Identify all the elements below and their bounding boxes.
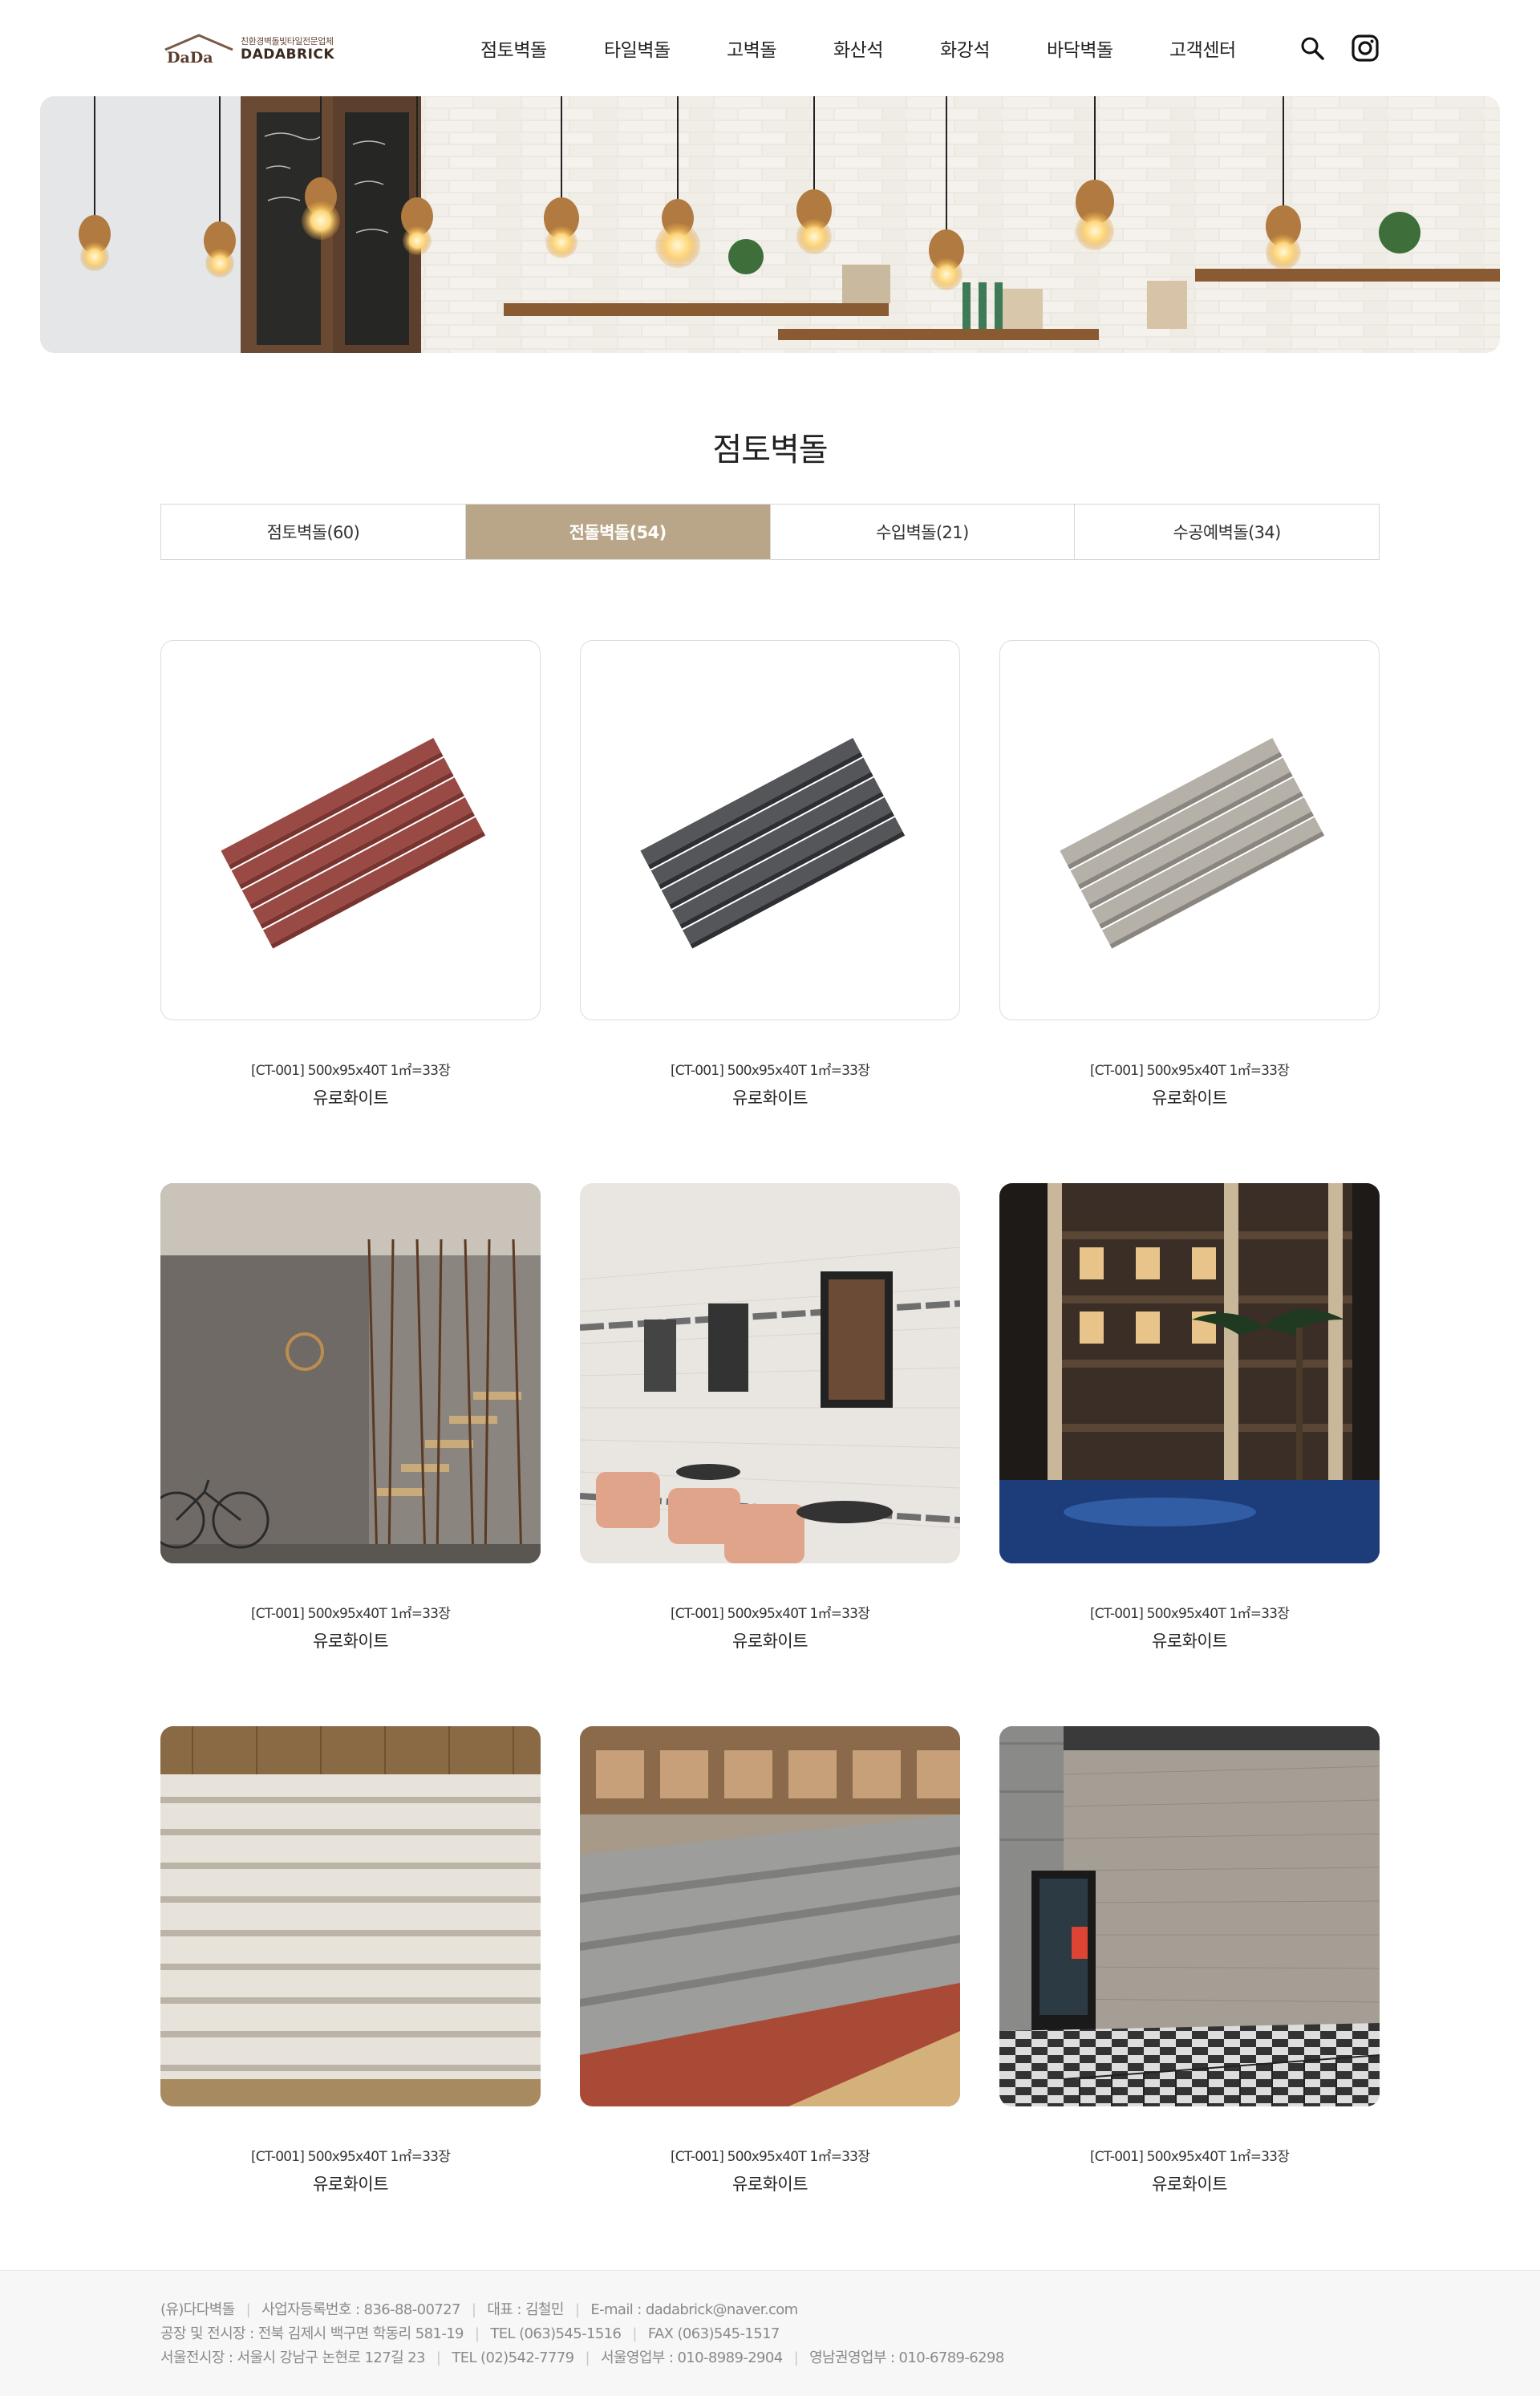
footer-yeongnam-sales: 영남권영업부 : 010-6789-6298 — [809, 2349, 1004, 2366]
product-image[interactable] — [580, 1726, 960, 2106]
logo-title: DADABRICK — [241, 46, 335, 63]
product-code: [CT-001] 500x95x40T 1㎡=33장 — [250, 2149, 451, 2165]
page: DaDa 친환경벽돌빛타일전문업체 DADABRICK 점토벽돌 타일벽돌 고벽… — [0, 0, 1540, 2396]
charcoal-brick-product — [640, 737, 906, 949]
footer-email[interactable]: E-mail : dadabrick@naver.com — [590, 2301, 798, 2318]
footer-business-number: 사업자등록번호 : 836-88-00727 — [261, 2301, 460, 2318]
footer-factory-info: 공장 및 전시장 : 전북 김제시 백구면 학동리 581-19 | TEL (06… — [160, 2325, 780, 2342]
footer-ceo: 대표 : 김철민 — [487, 2301, 564, 2318]
page-title: 점토벽돌 — [712, 432, 828, 468]
cafe-stair-photo — [160, 1183, 541, 1563]
product-code: [CT-001] 500x95x40T 1㎡=33장 — [250, 1063, 451, 1079]
product-card[interactable]: [CT-001] 500x95x40T 1㎡=33장 유로화이트 — [999, 1183, 1380, 1652]
product-name[interactable]: 유로화이트 — [580, 1085, 960, 1109]
tab-traditional-brick[interactable]: 전돌벽돌(54) — [465, 505, 771, 559]
tab-handcrafted-brick[interactable]: 수공예벽돌(34) — [1075, 505, 1379, 559]
product-card[interactable]: [CT-001] 500x95x40T 1㎡=33장 유로화이트 — [999, 1726, 1380, 2195]
product-code: [CT-001] 500x95x40T 1㎡=33장 — [1089, 1063, 1290, 1079]
product-code: [CT-001] 500x95x40T 1㎡=33장 — [670, 1606, 870, 1622]
footer-seoul-address: 서울전시장 : 서울시 강남구 논현로 127길 23 — [160, 2349, 425, 2366]
footer-company-info: (유)다다벽돌 | 사업자등록번호 : 836-88-00727 | 대표 : 김철민 |… — [160, 2301, 798, 2318]
product-name[interactable]: 유로화이트 — [999, 1085, 1380, 1109]
building-facade-photo — [999, 1726, 1380, 2106]
footer: (유)다다벽돌 | 사업자등록번호 : 836-88-00727 | 대표 : 김철민 |… — [0, 2270, 1540, 2396]
instagram-icon[interactable] — [1349, 32, 1381, 64]
product-name[interactable]: 유로화이트 — [999, 1628, 1380, 1652]
hero-banner — [40, 96, 1500, 353]
product-code: [CT-001] 500x95x40T 1㎡=33장 — [670, 2149, 870, 2165]
tab-imported-brick[interactable]: 수입벽돌(21) — [771, 505, 1076, 559]
footer-company-name: (유)다다벽돌 — [160, 2301, 235, 2318]
product-image[interactable] — [580, 640, 960, 1020]
product-name[interactable]: 유로화이트 — [160, 1628, 541, 1652]
footer-seoul-tel: TEL (02)542-7779 — [452, 2349, 574, 2366]
footer-factory-tel: TEL (063)545-1516 — [490, 2325, 622, 2342]
product-name[interactable]: 유로화이트 — [999, 2171, 1380, 2195]
nav-item-granite[interactable]: 화강석 — [940, 34, 990, 62]
product-card[interactable]: [CT-001] 500x95x40T 1㎡=33장 유로화이트 — [580, 640, 960, 1109]
footer-seoul-info: 서울전시장 : 서울시 강남구 논현로 127길 23 | TEL (02)542-… — [160, 2349, 1004, 2366]
product-image[interactable] — [999, 1183, 1380, 1563]
product-image[interactable] — [580, 1183, 960, 1563]
product-name[interactable]: 유로화이트 — [160, 1085, 541, 1109]
nav-item-volcanic-stone[interactable]: 화산석 — [833, 34, 883, 62]
grey-brick-product — [1060, 737, 1325, 949]
product-card[interactable]: [CT-001] 500x95x40T 1㎡=33장 유로화이트 — [580, 1183, 960, 1652]
hotel-pool-photo — [999, 1183, 1380, 1563]
house-logo-icon: DaDa — [164, 34, 233, 66]
nav-item-clay-brick[interactable]: 점토벽돌 — [480, 34, 547, 62]
cafe-interior-photo — [40, 96, 1500, 353]
product-card[interactable]: [CT-001] 500x95x40T 1㎡=33장 유로화이트 — [999, 640, 1380, 1109]
logo-text: 친환경벽돌빛타일전문업체 DADABRICK — [241, 37, 334, 62]
footer-seoul-sales: 서울영업부 : 010-8989-2904 — [600, 2349, 783, 2366]
product-card[interactable]: [CT-001] 500x95x40T 1㎡=33장 유로화이트 — [580, 1726, 960, 2195]
product-code: [CT-001] 500x95x40T 1㎡=33장 — [250, 1606, 451, 1622]
white-brick-wall-photo — [160, 1726, 541, 2106]
nav-item-tile-brick[interactable]: 타일벽돌 — [604, 34, 671, 62]
nav-item-old-brick[interactable]: 고벽돌 — [727, 34, 776, 62]
category-tabs: 점토벽돌(60) 전돌벽돌(54) 수입벽돌(21) 수공예벽돌(34) — [160, 504, 1380, 560]
nav-item-customer-center[interactable]: 고객센터 — [1169, 34, 1236, 62]
nav-item-floor-brick[interactable]: 바닥벽돌 — [1047, 34, 1113, 62]
footer-factory-fax: FAX (063)545-1517 — [647, 2325, 780, 2342]
product-name[interactable]: 유로화이트 — [580, 1628, 960, 1652]
header: DaDa 친환경벽돌빛타일전문업체 DADABRICK 점토벽돌 타일벽돌 고벽… — [0, 0, 1540, 95]
logo[interactable]: DaDa 친환경벽돌빛타일전문업체 DADABRICK — [162, 32, 334, 66]
product-image[interactable] — [999, 1726, 1380, 2106]
product-name[interactable]: 유로화이트 — [160, 2171, 541, 2195]
product-image[interactable] — [160, 640, 541, 1020]
product-image[interactable] — [999, 640, 1380, 1020]
cafe-wall-photo — [580, 1183, 960, 1563]
product-card[interactable]: [CT-001] 500x95x40T 1㎡=33장 유로화이트 — [160, 1726, 541, 2195]
product-card[interactable]: [CT-001] 500x95x40T 1㎡=33장 유로화이트 — [160, 640, 541, 1109]
product-image[interactable] — [160, 1183, 541, 1563]
footer-factory-address: 공장 및 전시장 : 전북 김제시 백구면 학동리 581-19 — [160, 2325, 464, 2342]
red-brick-product — [221, 737, 486, 949]
product-card[interactable]: [CT-001] 500x95x40T 1㎡=33장 유로화이트 — [160, 1183, 541, 1652]
product-code: [CT-001] 500x95x40T 1㎡=33장 — [670, 1063, 870, 1079]
brick-pallet-photo — [580, 1726, 960, 2106]
product-code: [CT-001] 500x95x40T 1㎡=33장 — [1089, 1606, 1290, 1622]
product-image[interactable] — [160, 1726, 541, 2106]
product-name[interactable]: 유로화이트 — [580, 2171, 960, 2195]
logo-subtitle: 친환경벽돌빛타일전문업체 — [241, 35, 334, 47]
tab-clay-brick[interactable]: 점토벽돌(60) — [161, 505, 466, 559]
product-code: [CT-001] 500x95x40T 1㎡=33장 — [1089, 2149, 1290, 2165]
search-icon[interactable] — [1296, 32, 1328, 64]
svg-text:DaDa: DaDa — [167, 49, 213, 66]
